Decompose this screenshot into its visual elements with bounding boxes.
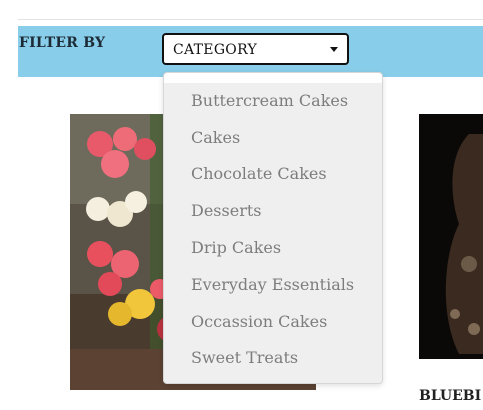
product-title[interactable]: BLUEBI	[419, 388, 481, 404]
category-select[interactable]: CATEGORY	[162, 33, 349, 65]
option-buttercream-cakes[interactable]: Buttercream Cakes	[191, 91, 348, 110]
dark-cake-illustration	[419, 114, 483, 359]
option-everyday-essentials[interactable]: Everyday Essentials	[191, 275, 354, 294]
chevron-down-icon	[330, 47, 338, 52]
option-sweet-treats[interactable]: Sweet Treats	[191, 348, 298, 367]
divider	[18, 19, 483, 20]
option-occassion-cakes[interactable]: Occassion Cakes	[191, 312, 327, 331]
option-drip-cakes[interactable]: Drip Cakes	[191, 238, 281, 257]
filter-label: FILTER BY	[19, 35, 106, 51]
product-image-dark-cake[interactable]	[419, 114, 483, 359]
option-cakes[interactable]: Cakes	[191, 128, 240, 147]
category-dropdown-menu: Buttercream Cakes Cakes Chocolate Cakes …	[163, 72, 383, 384]
category-select-value: CATEGORY	[173, 42, 258, 58]
option-desserts[interactable]: Desserts	[191, 201, 261, 220]
filter-bar: FILTER BY CATEGORY	[18, 26, 483, 77]
option-chocolate-cakes[interactable]: Chocolate Cakes	[191, 164, 327, 183]
